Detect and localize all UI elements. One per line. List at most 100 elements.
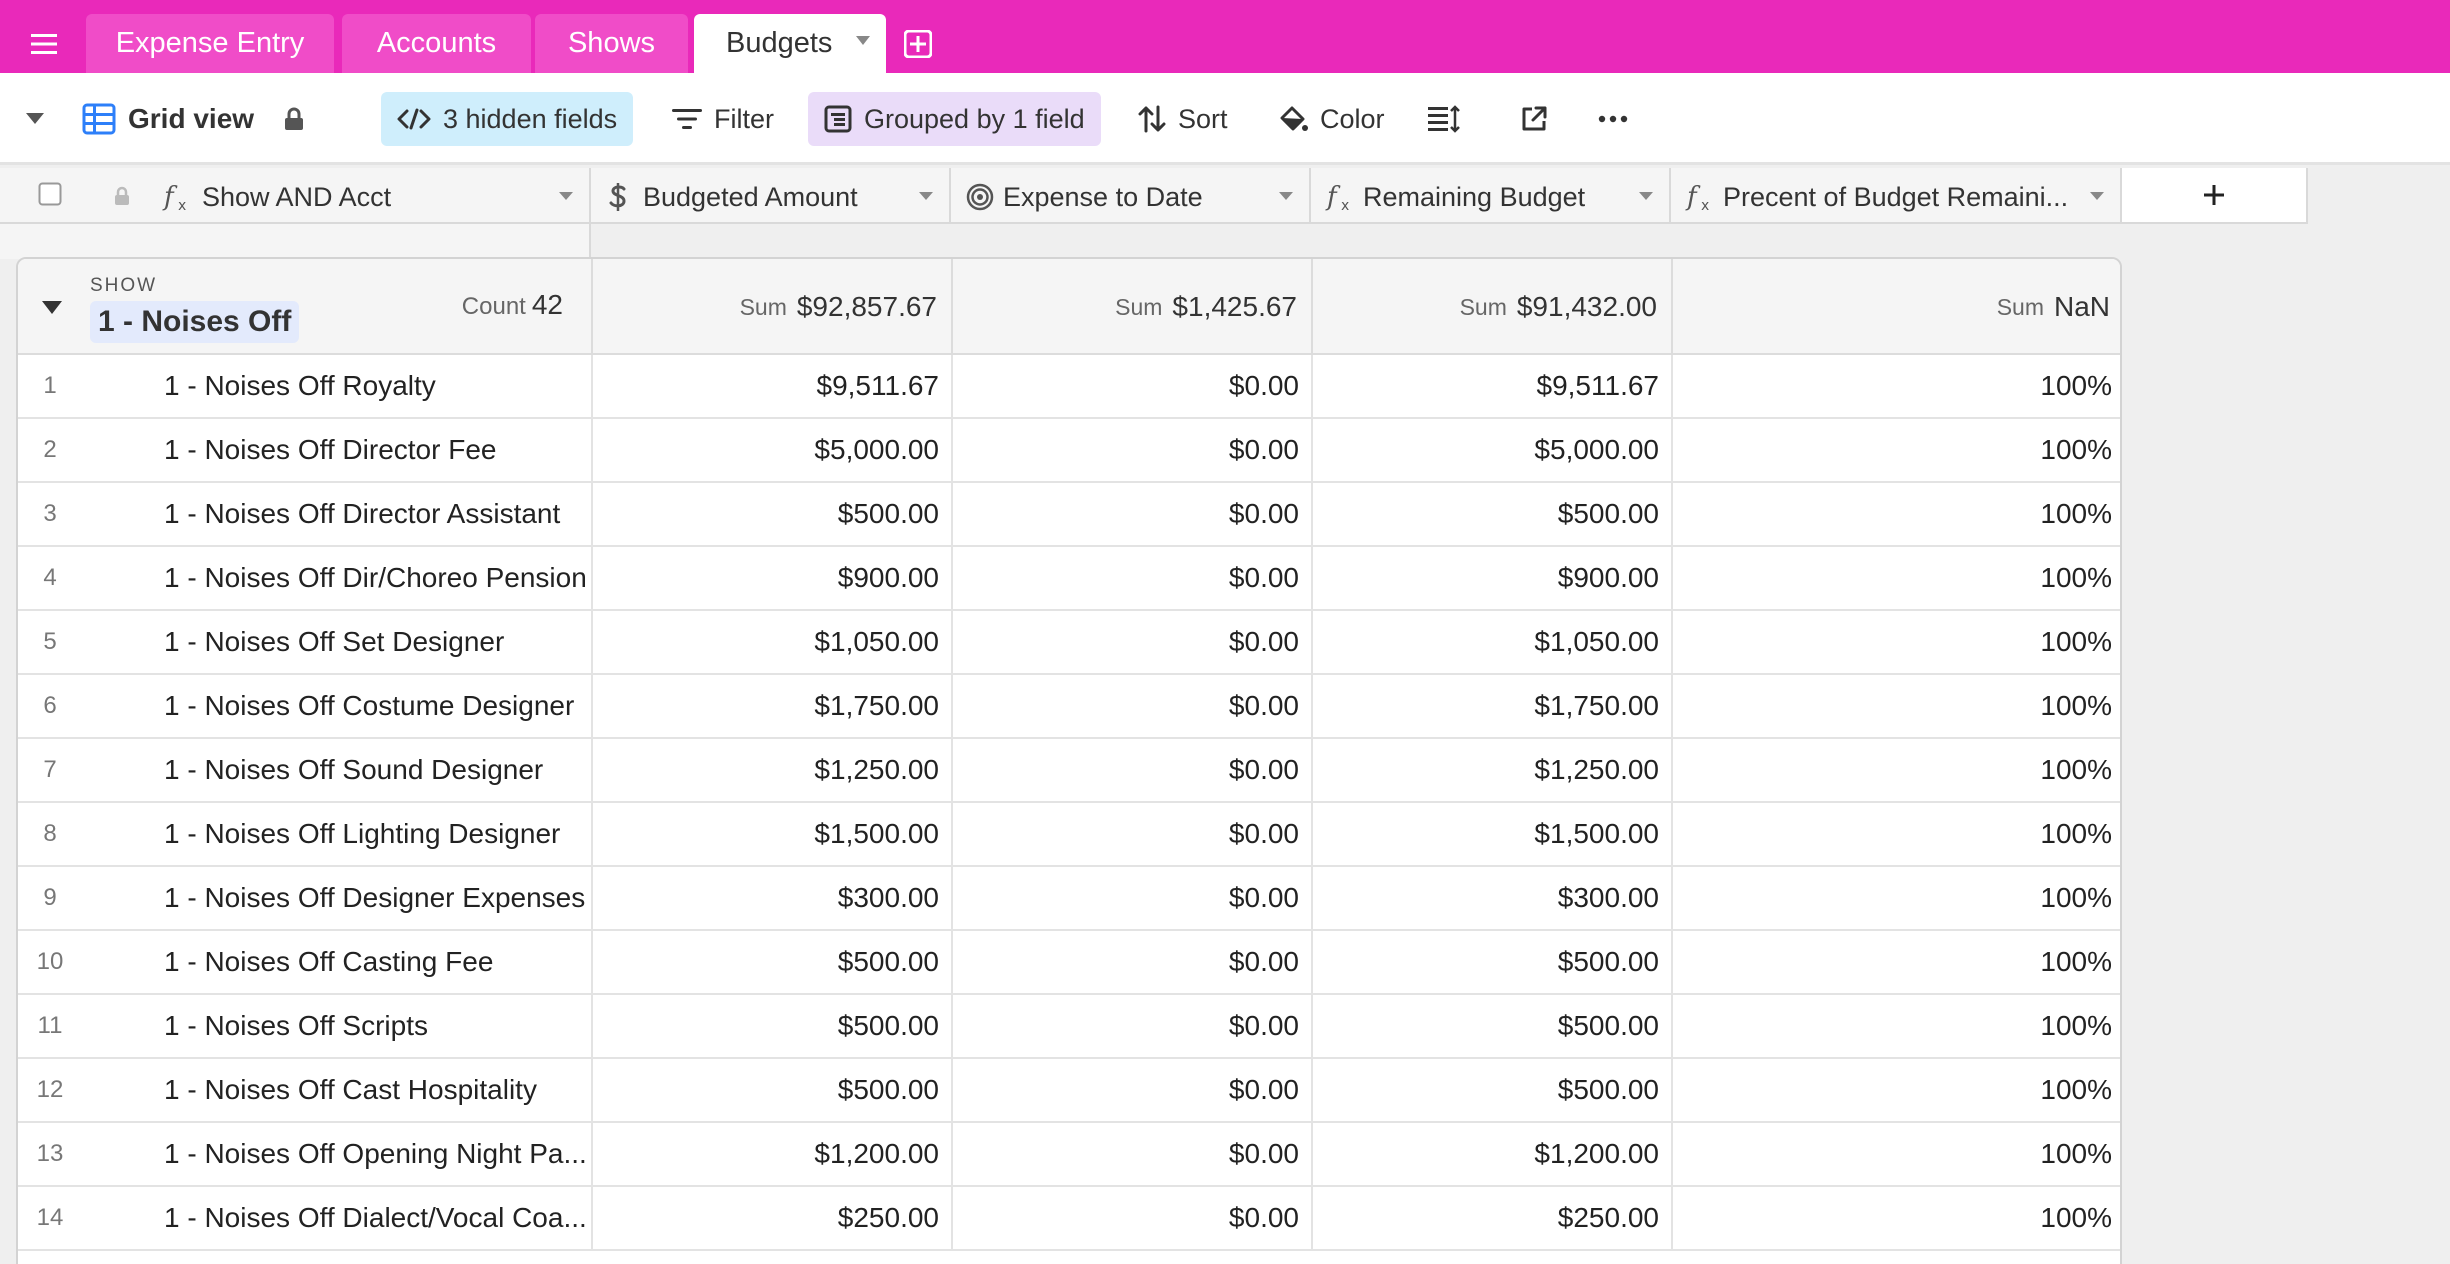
cell-expense-to-date[interactable]: $0.00 bbox=[953, 1123, 1313, 1185]
cell-percent-remaining[interactable]: 100% bbox=[1673, 1059, 2120, 1121]
table-row[interactable]: 41 - Noises Off Dir/Choreo Pension $900.0… bbox=[18, 547, 2120, 611]
cell-show-and-acct[interactable]: 1 - Noises Off Director Assistant bbox=[164, 483, 593, 545]
cell-expense-to-date[interactable]: $0.00 bbox=[953, 803, 1313, 865]
cell-show-and-acct[interactable]: 1 - Noises Off Cast Hospitality bbox=[164, 1059, 593, 1121]
cell-percent-remaining[interactable]: 100% bbox=[1673, 1187, 2120, 1249]
select-all-checkbox[interactable] bbox=[38, 182, 62, 206]
chevron-down-icon[interactable] bbox=[919, 192, 933, 201]
hidden-fields-button[interactable]: 3 hidden fields bbox=[381, 92, 634, 146]
chevron-down-icon[interactable] bbox=[1639, 192, 1653, 201]
cell-expense-to-date[interactable]: $0.00 bbox=[953, 931, 1313, 993]
cell-remaining-budget[interactable]: $1,250.00 bbox=[1313, 739, 1673, 801]
cell-show-and-acct[interactable]: 1 - Noises Off Royalty bbox=[164, 355, 593, 417]
cell-budgeted-amount[interactable]: $1,750.00 bbox=[593, 675, 953, 737]
cell-percent-remaining[interactable]: 100% bbox=[1673, 803, 2120, 865]
view-switcher-caret[interactable] bbox=[18, 92, 52, 146]
cell-percent-remaining[interactable]: 100% bbox=[1673, 611, 2120, 673]
cell-budgeted-amount[interactable]: $500.00 bbox=[593, 483, 953, 545]
filter-button[interactable]: Filter bbox=[656, 92, 790, 146]
group-button[interactable]: Grouped by 1 field bbox=[808, 92, 1101, 146]
cell-budgeted-amount[interactable]: $1,250.00 bbox=[593, 739, 953, 801]
chevron-down-icon[interactable] bbox=[856, 36, 870, 46]
cell-expense-to-date[interactable]: $0.00 bbox=[953, 739, 1313, 801]
cell-show-and-acct[interactable]: 1 - Noises Off Dir/Choreo Pension bbox=[164, 547, 593, 609]
cell-budgeted-amount[interactable]: $500.00 bbox=[593, 1059, 953, 1121]
table-row[interactable]: 91 - Noises Off Designer Expenses $300.00… bbox=[18, 867, 2120, 931]
column-header-budgeted-amount[interactable]: Budgeted Amount bbox=[591, 168, 951, 224]
group-sum-percent[interactable]: Sum NaN bbox=[1673, 259, 2120, 355]
cell-percent-remaining[interactable]: 100% bbox=[1673, 483, 2120, 545]
cell-expense-to-date[interactable]: $0.00 bbox=[953, 867, 1313, 929]
cell-remaining-budget[interactable]: $1,200.00 bbox=[1313, 1123, 1673, 1185]
cell-expense-to-date[interactable]: $0.00 bbox=[953, 1059, 1313, 1121]
tab-expense-entry[interactable]: Expense Entry bbox=[86, 14, 334, 73]
cell-percent-remaining[interactable]: 100% bbox=[1673, 739, 2120, 801]
cell-percent-remaining[interactable]: 100% bbox=[1673, 547, 2120, 609]
cell-show-and-acct[interactable]: 1 - Noises Off Designer Expenses bbox=[164, 867, 593, 929]
cell-remaining-budget[interactable]: $500.00 bbox=[1313, 931, 1673, 993]
cell-percent-remaining[interactable]: 100% bbox=[1673, 419, 2120, 481]
cell-remaining-budget[interactable]: $5,000.00 bbox=[1313, 419, 1673, 481]
tab-budgets[interactable]: Budgets bbox=[694, 14, 886, 73]
table-row[interactable]: 10 1 - Noises Off Casting Fee $500.00 $0.00… bbox=[18, 931, 2120, 995]
cell-budgeted-amount[interactable]: $1,200.00 bbox=[593, 1123, 953, 1185]
cell-budgeted-amount[interactable]: $250.00 bbox=[593, 1187, 953, 1249]
group-sum-budgeted[interactable]: Sum $92,857.67 bbox=[593, 259, 953, 355]
cell-show-and-acct[interactable]: 1 - Noises Off Sound Designer bbox=[164, 739, 593, 801]
cell-expense-to-date[interactable]: $0.00 bbox=[953, 1187, 1313, 1249]
color-button[interactable]: Color bbox=[1262, 92, 1401, 146]
table-row[interactable]: 51 - Noises Off Set Designer $1,050.00 $0.… bbox=[18, 611, 2120, 675]
add-field-button[interactable] bbox=[2122, 168, 2308, 224]
cell-remaining-budget[interactable]: $1,500.00 bbox=[1313, 803, 1673, 865]
chevron-down-icon[interactable] bbox=[1279, 192, 1293, 201]
cell-show-and-acct[interactable]: 1 - Noises Off Scripts bbox=[164, 995, 593, 1057]
table-row[interactable]: 14 1 - Noises Off Dialect/Vocal Coa... $25… bbox=[18, 1187, 2120, 1251]
cell-remaining-budget[interactable]: $500.00 bbox=[1313, 483, 1673, 545]
table-row[interactable]: 31 - Noises Off Director Assistant $500.0… bbox=[18, 483, 2120, 547]
collapse-group-icon[interactable] bbox=[42, 301, 62, 315]
cell-percent-remaining[interactable]: 100% bbox=[1673, 995, 2120, 1057]
cell-percent-remaining[interactable]: 100% bbox=[1673, 675, 2120, 737]
column-header-remaining-budget[interactable]: fx Remaining Budget bbox=[1311, 168, 1671, 224]
column-header-percent-remaining[interactable]: fx Precent of Budget Remaini... bbox=[1671, 168, 2122, 224]
cell-remaining-budget[interactable]: $1,050.00 bbox=[1313, 611, 1673, 673]
cell-percent-remaining[interactable]: 100% bbox=[1673, 355, 2120, 417]
cell-show-and-acct[interactable]: 1 - Noises Off Casting Fee bbox=[164, 931, 593, 993]
cell-percent-remaining[interactable]: 100% bbox=[1673, 1123, 2120, 1185]
sort-button[interactable]: Sort bbox=[1122, 92, 1244, 146]
cell-remaining-budget[interactable]: $500.00 bbox=[1313, 1059, 1673, 1121]
cell-budgeted-amount[interactable]: $1,050.00 bbox=[593, 611, 953, 673]
column-header-expense-to-date[interactable]: Expense to Date bbox=[951, 168, 1311, 224]
add-table-icon[interactable] bbox=[904, 30, 934, 60]
chevron-down-icon[interactable] bbox=[559, 192, 573, 201]
table-row[interactable]: 81 - Noises Off Lighting Designer $1,500.… bbox=[18, 803, 2120, 867]
table-row[interactable]: 21 - Noises Off Director Fee $5,000.00 $0.… bbox=[18, 419, 2120, 483]
column-header-show-and-acct[interactable]: fx Show AND Acct bbox=[0, 168, 591, 224]
cell-budgeted-amount[interactable]: $1,500.00 bbox=[593, 803, 953, 865]
cell-show-and-acct[interactable]: 1 - Noises Off Costume Designer bbox=[164, 675, 593, 737]
table-row[interactable]: 11 1 - Noises Off Scripts $500.00 $0.00 $500… bbox=[18, 995, 2120, 1059]
table-row[interactable]: 13 1 - Noises Off Opening Night Pa... $1,2… bbox=[18, 1123, 2120, 1187]
view-name[interactable]: Grid view bbox=[70, 92, 316, 146]
cell-budgeted-amount[interactable]: $5,000.00 bbox=[593, 419, 953, 481]
cell-percent-remaining[interactable]: 100% bbox=[1673, 867, 2120, 929]
chevron-down-icon[interactable] bbox=[2090, 192, 2104, 201]
cell-remaining-budget[interactable]: $250.00 bbox=[1313, 1187, 1673, 1249]
table-row[interactable]: 12 1 - Noises Off Cast Hospitality $500.00… bbox=[18, 1059, 2120, 1123]
group-sum-expense[interactable]: Sum $1,425.67 bbox=[953, 259, 1313, 355]
cell-budgeted-amount[interactable]: $500.00 bbox=[593, 931, 953, 993]
cell-show-and-acct[interactable]: 1 - Noises Off Opening Night Pa... bbox=[164, 1123, 593, 1185]
row-height-button[interactable] bbox=[1414, 92, 1474, 146]
cell-budgeted-amount[interactable]: $300.00 bbox=[593, 867, 953, 929]
more-options-button[interactable] bbox=[1586, 92, 1640, 146]
share-view-button[interactable] bbox=[1508, 92, 1560, 146]
cell-remaining-budget[interactable]: $1,750.00 bbox=[1313, 675, 1673, 737]
group-sum-remaining[interactable]: Sum $91,432.00 bbox=[1313, 259, 1673, 355]
cell-expense-to-date[interactable]: $0.00 bbox=[953, 675, 1313, 737]
cell-remaining-budget[interactable]: $300.00 bbox=[1313, 867, 1673, 929]
cell-show-and-acct[interactable]: 1 - Noises Off Director Fee bbox=[164, 419, 593, 481]
cell-expense-to-date[interactable]: $0.00 bbox=[953, 547, 1313, 609]
menu-icon[interactable] bbox=[22, 22, 66, 66]
table-row[interactable]: 61 - Noises Off Costume Designer $1,750.0… bbox=[18, 675, 2120, 739]
cell-remaining-budget[interactable]: $900.00 bbox=[1313, 547, 1673, 609]
